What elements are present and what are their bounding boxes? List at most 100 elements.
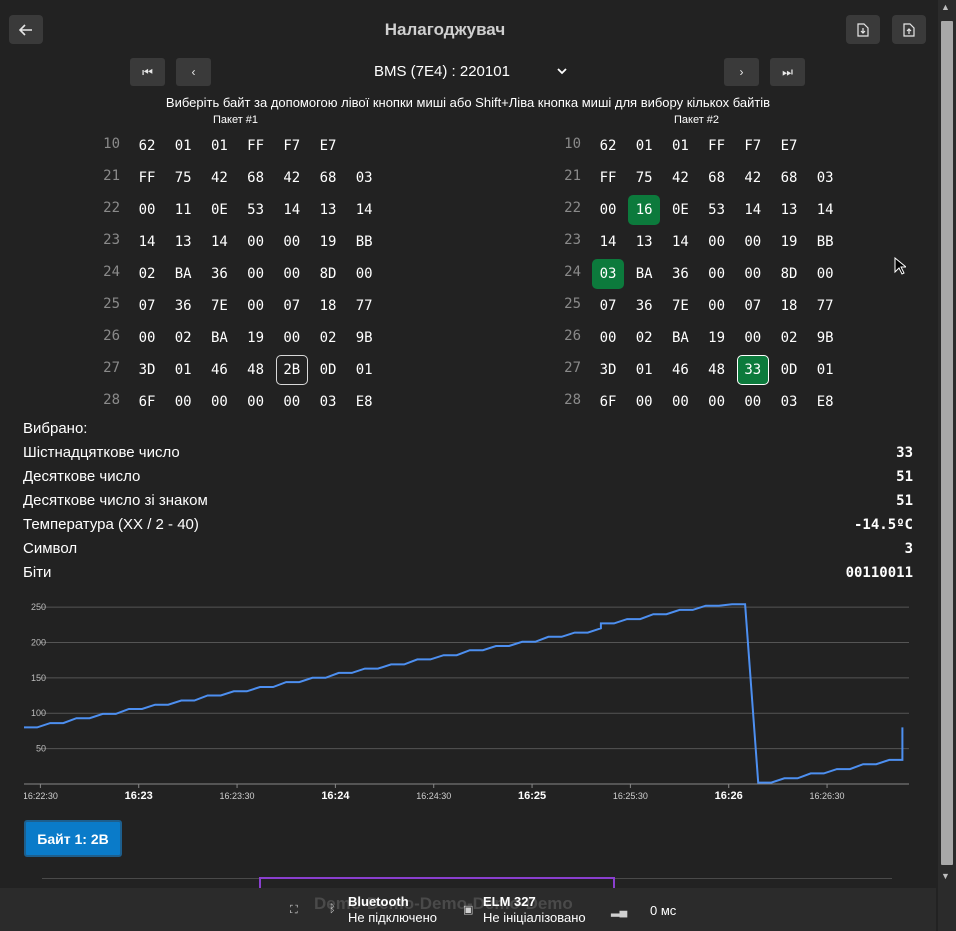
byte-cell[interactable]: 03: [592, 259, 624, 289]
byte-cell[interactable]: 3D: [592, 355, 624, 385]
byte-cell[interactable]: 02: [628, 323, 660, 353]
byte-cell[interactable]: 00: [592, 323, 624, 353]
byte-cell[interactable]: FF: [240, 131, 272, 161]
byte-cell[interactable]: 48: [701, 355, 733, 385]
byte-cell[interactable]: 01: [167, 131, 199, 161]
import-button[interactable]: [892, 15, 926, 44]
byte-cell[interactable]: 9B: [348, 323, 380, 353]
byte-cell[interactable]: 00: [348, 259, 380, 289]
byte-cell[interactable]: 00: [737, 323, 769, 353]
byte-cell[interactable]: 00: [809, 259, 841, 289]
byte-cell[interactable]: 7E: [664, 291, 696, 321]
byte-cell[interactable]: 42: [203, 163, 235, 193]
byte-cell[interactable]: FF: [592, 163, 624, 193]
byte-cell[interactable]: 01: [664, 131, 696, 161]
byte-cell[interactable]: 19: [773, 227, 805, 257]
byte-cell[interactable]: 00: [276, 323, 308, 353]
byte-cell[interactable]: 02: [167, 323, 199, 353]
byte-cell[interactable]: 19: [312, 227, 344, 257]
scroll-down-icon[interactable]: ▼: [941, 871, 950, 881]
byte-cell[interactable]: 14: [737, 195, 769, 225]
byte-cell[interactable]: 36: [628, 291, 660, 321]
byte-cell[interactable]: 77: [348, 291, 380, 321]
byte-cell[interactable]: 00: [203, 387, 235, 417]
byte-cell[interactable]: 8D: [312, 259, 344, 289]
byte-cell[interactable]: E8: [809, 387, 841, 417]
byte-cell[interactable]: 46: [664, 355, 696, 385]
byte-cell[interactable]: E7: [312, 131, 344, 161]
byte-cell[interactable]: 14: [276, 195, 308, 225]
device-select[interactable]: BMS (7E4) : 220101: [374, 63, 567, 80]
last-packet-button[interactable]: ⏭: [770, 58, 805, 86]
byte-cell[interactable]: 19: [240, 323, 272, 353]
byte-series-button[interactable]: Байт 1: 2B: [24, 820, 122, 857]
byte-cell[interactable]: 00: [737, 259, 769, 289]
byte-cell[interactable]: 01: [628, 355, 660, 385]
byte-cell[interactable]: 07: [276, 291, 308, 321]
byte-cell[interactable]: 36: [664, 259, 696, 289]
first-packet-button[interactable]: ⏮: [130, 58, 165, 86]
byte-cell[interactable]: FF: [701, 131, 733, 161]
byte-cell[interactable]: 75: [167, 163, 199, 193]
byte-cell[interactable]: 8D: [773, 259, 805, 289]
byte-cell[interactable]: 03: [348, 163, 380, 193]
byte-cell[interactable]: 48: [240, 355, 272, 385]
byte-cell[interactable]: 62: [131, 131, 163, 161]
byte-cell[interactable]: 13: [628, 227, 660, 257]
byte-cell[interactable]: 00: [701, 227, 733, 257]
byte-cell[interactable]: 14: [809, 195, 841, 225]
byte-cell[interactable]: 00: [240, 259, 272, 289]
byte-cell[interactable]: 00: [701, 387, 733, 417]
byte-cell[interactable]: 0E: [664, 195, 696, 225]
byte-cell[interactable]: 19: [701, 323, 733, 353]
byte-cell[interactable]: 6F: [131, 387, 163, 417]
byte-cell[interactable]: 00: [701, 259, 733, 289]
byte-cell[interactable]: 0D: [312, 355, 344, 385]
byte-cell[interactable]: 14: [131, 227, 163, 257]
byte-cell[interactable]: 16: [628, 195, 661, 225]
byte-cell[interactable]: 07: [592, 291, 624, 321]
byte-cell[interactable]: 07: [737, 291, 769, 321]
byte-cell[interactable]: 2B: [275, 355, 308, 385]
byte-cell[interactable]: 68: [701, 163, 733, 193]
scrollbar-thumb[interactable]: [941, 21, 953, 865]
byte-cell[interactable]: 00: [240, 227, 272, 257]
byte-cell[interactable]: 18: [312, 291, 344, 321]
byte-cell[interactable]: 0E: [203, 195, 235, 225]
byte-cell[interactable]: 42: [737, 163, 769, 193]
byte-cell[interactable]: 00: [276, 259, 308, 289]
next-packet-button[interactable]: ›: [724, 58, 759, 86]
byte-cell[interactable]: 53: [240, 195, 272, 225]
byte-cell[interactable]: 13: [312, 195, 344, 225]
byte-cell[interactable]: 00: [592, 195, 624, 225]
byte-cell[interactable]: F7: [737, 131, 769, 161]
byte-cell[interactable]: F7: [276, 131, 308, 161]
byte-cell[interactable]: 36: [167, 291, 199, 321]
byte-cell[interactable]: 42: [276, 163, 308, 193]
byte-cell[interactable]: BA: [167, 259, 199, 289]
byte-cell[interactable]: 00: [628, 387, 660, 417]
byte-cell[interactable]: 46: [203, 355, 235, 385]
byte-cell[interactable]: 62: [592, 131, 624, 161]
byte-cell[interactable]: 68: [240, 163, 272, 193]
byte-cell[interactable]: 42: [664, 163, 696, 193]
byte-cell[interactable]: 00: [664, 387, 696, 417]
byte-cell[interactable]: 36: [203, 259, 235, 289]
byte-cell[interactable]: 01: [348, 355, 380, 385]
byte-cell[interactable]: 75: [628, 163, 660, 193]
byte-cell[interactable]: 01: [628, 131, 660, 161]
byte-cell[interactable]: 14: [592, 227, 624, 257]
byte-cell[interactable]: BA: [664, 323, 696, 353]
byte-cell[interactable]: 00: [737, 387, 769, 417]
byte-cell[interactable]: 53: [701, 195, 733, 225]
byte-cell[interactable]: FF: [131, 163, 163, 193]
byte-cell[interactable]: 00: [276, 227, 308, 257]
byte-cell[interactable]: 00: [240, 291, 272, 321]
byte-cell[interactable]: 18: [773, 291, 805, 321]
byte-cell[interactable]: 68: [312, 163, 344, 193]
byte-cell[interactable]: 77: [809, 291, 841, 321]
byte-cell[interactable]: 01: [809, 355, 841, 385]
export-button[interactable]: [846, 15, 880, 44]
byte-cell[interactable]: 14: [203, 227, 235, 257]
byte-cell[interactable]: BA: [203, 323, 235, 353]
